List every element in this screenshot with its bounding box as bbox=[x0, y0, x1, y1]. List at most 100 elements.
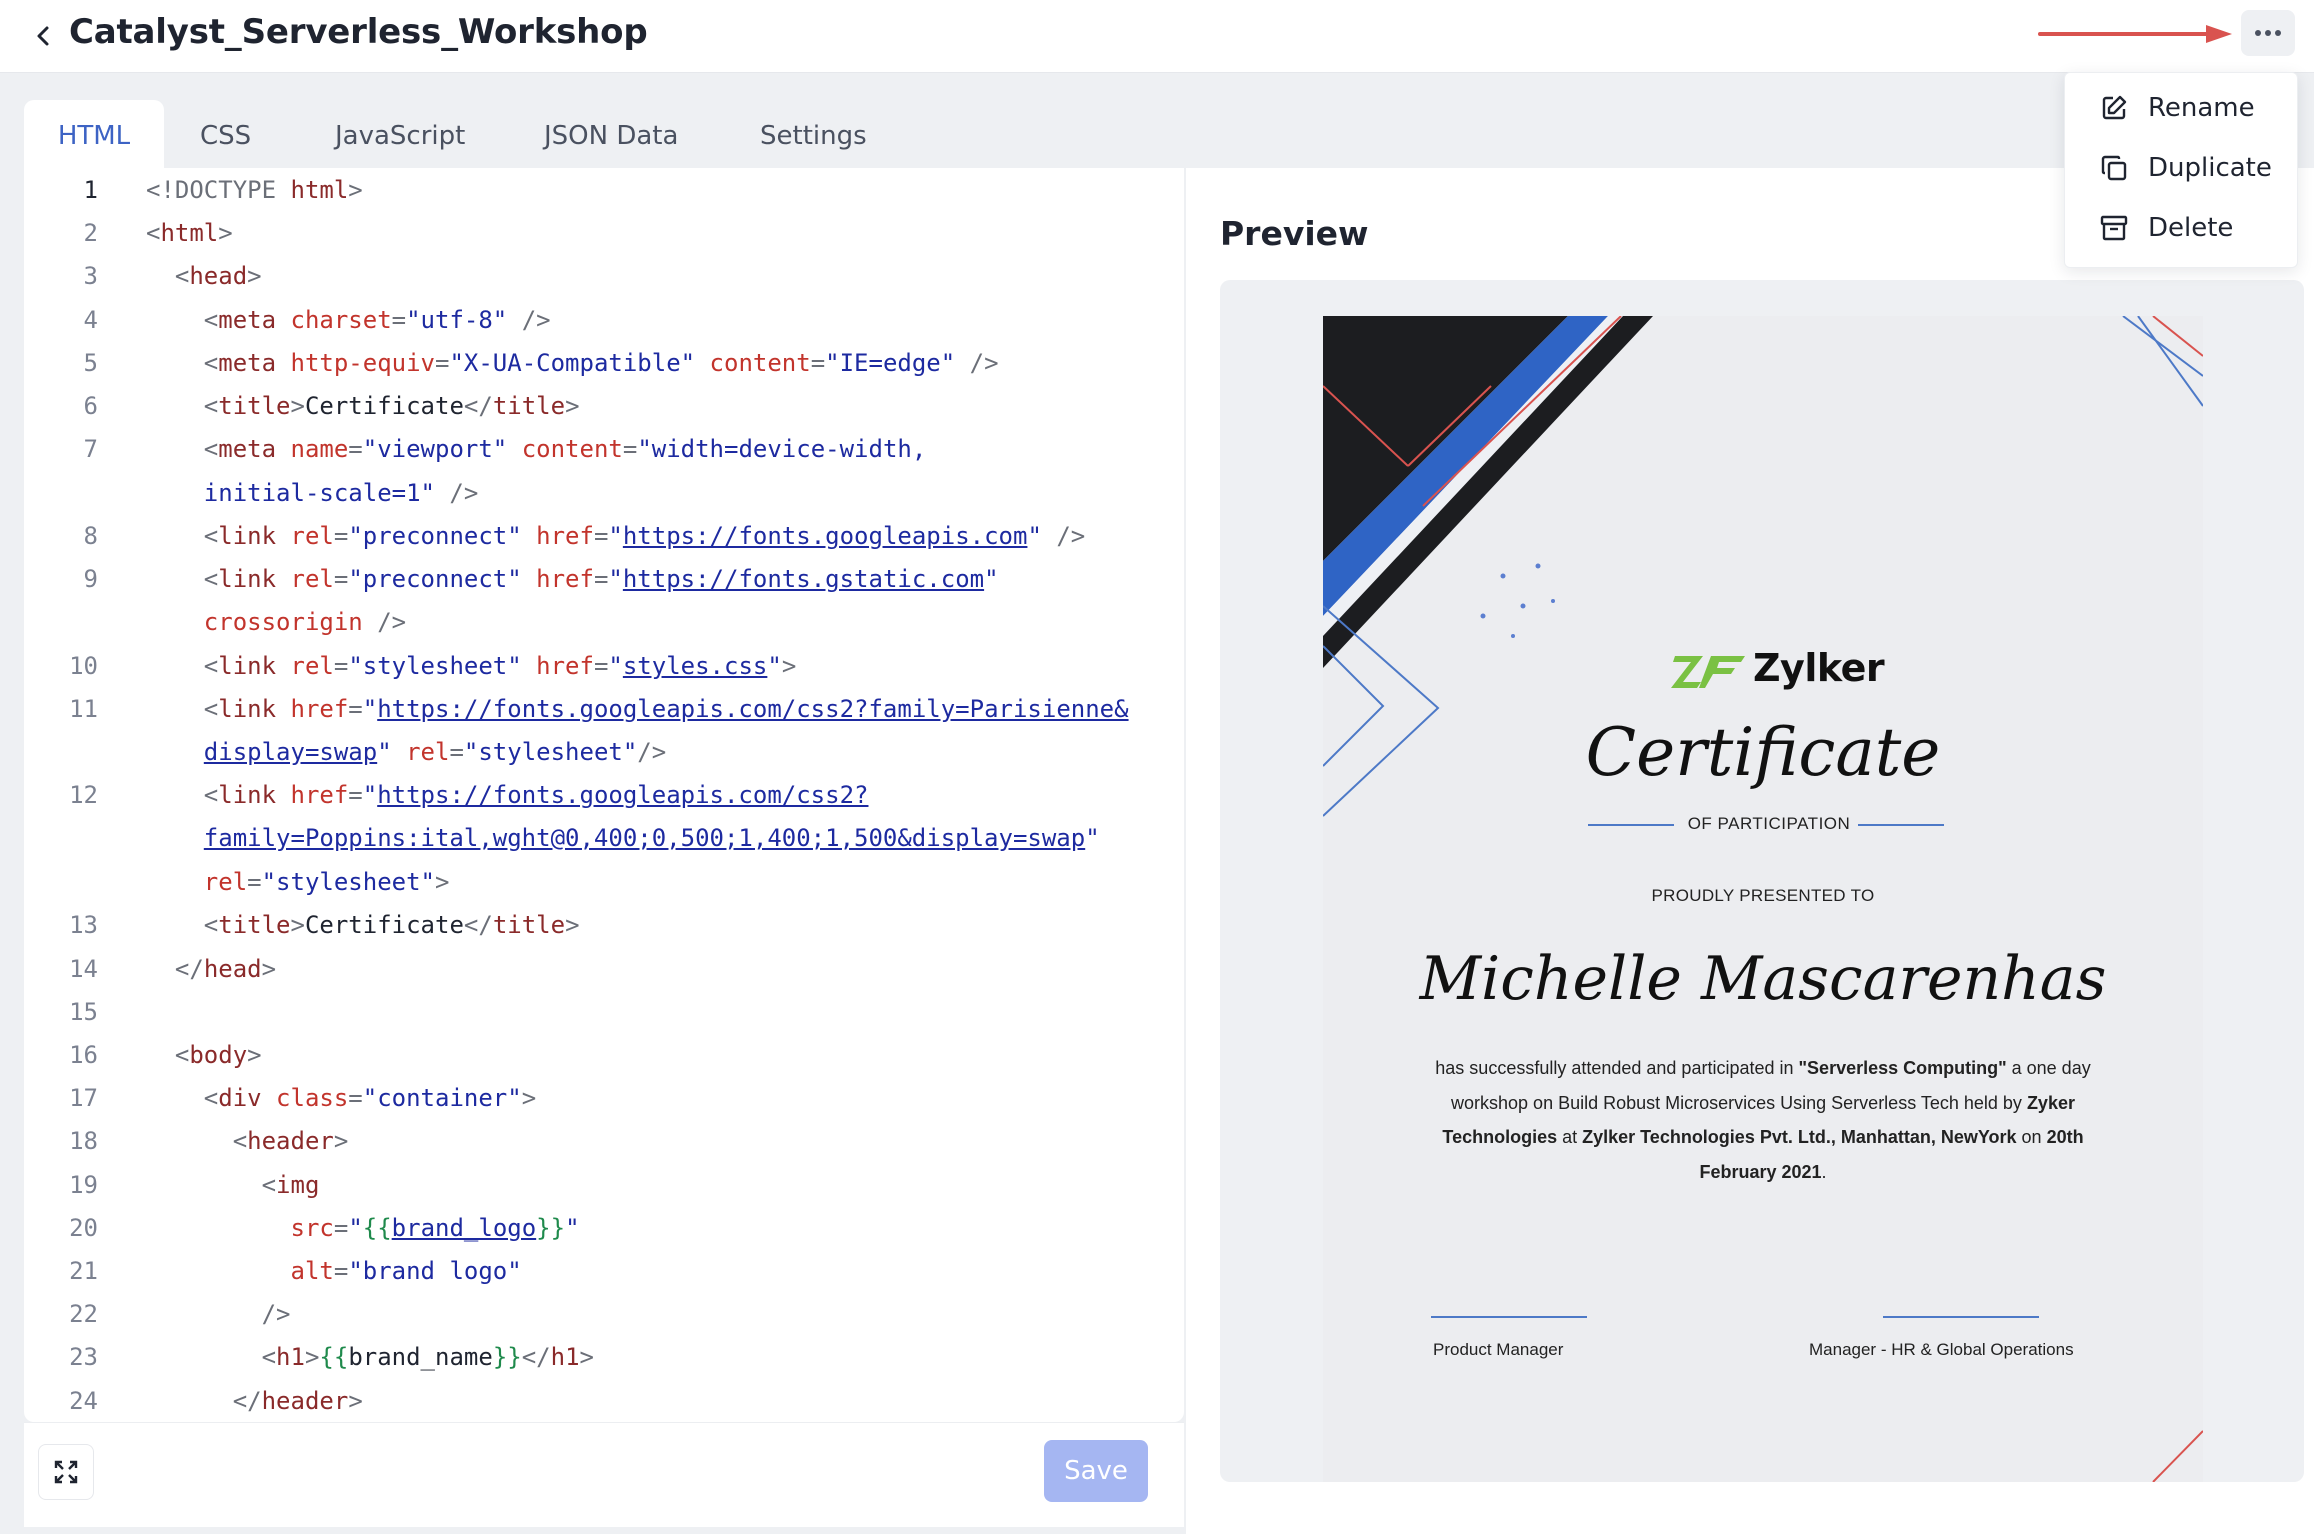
code-line[interactable]: rel="stylesheet"> bbox=[146, 868, 450, 896]
code-token: " bbox=[608, 652, 623, 680]
code-token: = bbox=[348, 695, 363, 723]
code-line[interactable]: <html> bbox=[146, 219, 233, 247]
code-token: " bbox=[565, 1214, 580, 1242]
code-token: html bbox=[160, 219, 219, 247]
code-token: = bbox=[333, 1257, 349, 1285]
code-token: {{ bbox=[319, 1343, 349, 1371]
code-line[interactable]: <h1>{{brand_name}}</h1> bbox=[146, 1343, 594, 1371]
code-line[interactable]: </header> bbox=[146, 1387, 363, 1415]
code-line[interactable]: initial-scale=1" /> bbox=[146, 479, 479, 507]
code-token: initial-scale=1" bbox=[203, 479, 435, 507]
back-button[interactable] bbox=[26, 18, 62, 54]
brand-row: Zylker bbox=[1323, 646, 2203, 696]
code-token: " bbox=[362, 781, 378, 809]
code-token: rel bbox=[290, 652, 334, 680]
code-token: </ bbox=[463, 911, 493, 939]
line-number: 5 bbox=[83, 349, 98, 377]
save-button[interactable]: Save bbox=[1044, 1440, 1148, 1502]
line-number: 9 bbox=[83, 565, 98, 593]
code-editor[interactable]: 1 2 3 4 5 6 7 8 9 10 11 12 13 14 15 16 1… bbox=[24, 168, 1184, 1422]
line-number: 11 bbox=[69, 695, 98, 723]
code-token: = bbox=[622, 435, 638, 463]
code-token: < bbox=[203, 522, 219, 550]
expand-button[interactable] bbox=[38, 1444, 94, 1500]
menu-item-rename[interactable]: Rename bbox=[2065, 79, 2297, 135]
line-number: 17 bbox=[69, 1084, 98, 1112]
tab-json-data[interactable]: JSON Data bbox=[544, 100, 678, 168]
code-line[interactable]: family=Poppins:ital,wght@0,400;0,500;1,4… bbox=[146, 824, 1100, 852]
code-area[interactable]: 1 2 3 4 5 6 7 8 9 10 11 12 13 14 15 16 1… bbox=[24, 168, 1184, 1418]
copy-icon bbox=[2101, 155, 2127, 181]
code-line[interactable]: <!DOCTYPE html> bbox=[146, 176, 363, 204]
tab-html[interactable]: HTML bbox=[24, 100, 164, 168]
code-line[interactable]: <img bbox=[146, 1171, 320, 1199]
code-token: alt bbox=[290, 1257, 334, 1285]
desc-text: has successfully attended and participat… bbox=[1435, 1058, 1799, 1078]
line-number: 20 bbox=[69, 1214, 98, 1242]
code-line[interactable]: <head> bbox=[146, 262, 262, 290]
code-token: link bbox=[218, 522, 291, 550]
menu-item-delete[interactable]: Delete bbox=[2065, 199, 2297, 255]
code-line[interactable]: src="{{brand_logo}}" bbox=[146, 1214, 580, 1242]
code-token: charset bbox=[290, 306, 392, 334]
code-token: body bbox=[189, 1041, 248, 1069]
code-token: > bbox=[261, 955, 277, 983]
code-token: title bbox=[492, 392, 566, 420]
code-token: https://fonts.gstatic.com bbox=[622, 565, 985, 593]
top-bar: Catalyst_Serverless_Workshop bbox=[0, 0, 2314, 73]
code-line[interactable]: crossorigin /> bbox=[146, 608, 406, 636]
code-token: > bbox=[579, 1343, 594, 1371]
desc-event: "Serverless Computing" bbox=[1798, 1058, 2007, 1078]
brand-logo-icon bbox=[1671, 656, 1745, 688]
code-token: http-equiv bbox=[290, 349, 436, 377]
code-token: "utf-8" bbox=[406, 306, 508, 334]
code-token: = bbox=[435, 349, 450, 377]
certificate-subtitle: OF PARTICIPATION bbox=[1687, 814, 1851, 833]
brand-name: Zylker bbox=[1753, 646, 1885, 690]
code-line[interactable]: <meta http-equiv="X-UA-Compatible" conte… bbox=[146, 349, 999, 377]
code-line[interactable]: </head> bbox=[146, 955, 276, 983]
code-token: content bbox=[709, 349, 811, 377]
code-line[interactable]: /> bbox=[146, 1300, 291, 1328]
code-token: < bbox=[174, 262, 190, 290]
menu-item-duplicate[interactable]: Duplicate bbox=[2065, 139, 2297, 195]
code-token: " bbox=[608, 522, 623, 550]
code-line[interactable]: <title>Certificate</title> bbox=[146, 911, 580, 939]
code-line[interactable]: <link href="https://fonts.googleapis.com… bbox=[146, 781, 869, 809]
code-token: = bbox=[333, 652, 349, 680]
code-token: }} bbox=[536, 1214, 566, 1242]
code-line[interactable]: alt="brand logo" bbox=[146, 1257, 522, 1285]
code-line[interactable]: <link rel="preconnect" href="https://fon… bbox=[146, 565, 999, 593]
tab-settings[interactable]: Settings bbox=[760, 100, 867, 168]
code-line[interactable]: <link rel="preconnect" href="https://fon… bbox=[146, 522, 1085, 550]
code-token: </ bbox=[521, 1343, 551, 1371]
code-token: meta bbox=[218, 435, 291, 463]
code-token: brand_logo bbox=[391, 1214, 537, 1242]
code-token: {{ bbox=[362, 1214, 392, 1242]
line-number: 15 bbox=[69, 998, 98, 1026]
code-line[interactable]: <link rel="stylesheet" href="styles.css"… bbox=[146, 652, 796, 680]
code-line[interactable]: <meta name="viewport" content="width=dev… bbox=[146, 435, 927, 463]
code-line[interactable]: <body> bbox=[146, 1041, 262, 1069]
code-line[interactable]: <header> bbox=[146, 1127, 349, 1155]
more-options-button[interactable] bbox=[2241, 10, 2295, 56]
line-number: 2 bbox=[83, 219, 98, 247]
code-line[interactable]: <meta charset="utf-8" /> bbox=[146, 306, 551, 334]
code-token: rel bbox=[406, 738, 450, 766]
code-line[interactable]: display=swap" rel="stylesheet"/> bbox=[146, 738, 666, 766]
code-line[interactable]: <div class="container"> bbox=[146, 1084, 536, 1112]
code-token: = bbox=[348, 1084, 363, 1112]
signature-line bbox=[1883, 1316, 2039, 1318]
code-line[interactable]: <title>Certificate</title> bbox=[146, 392, 580, 420]
code-token: > bbox=[565, 911, 580, 939]
desc-venue: Zylker Technologies Pvt. Ltd., Manhattan… bbox=[1582, 1127, 2017, 1147]
tab-css[interactable]: CSS bbox=[200, 100, 251, 168]
code-token: "stylesheet" bbox=[348, 652, 522, 680]
presented-to: PROUDLY PRESENTED TO bbox=[1651, 886, 1875, 905]
code-line[interactable]: <link href="https://fonts.googleapis.com… bbox=[146, 695, 1129, 723]
code-token: href bbox=[536, 522, 594, 550]
tab-javascript[interactable]: JavaScript bbox=[335, 100, 465, 168]
code-token: /> bbox=[362, 608, 407, 636]
code-token: rel bbox=[290, 565, 334, 593]
